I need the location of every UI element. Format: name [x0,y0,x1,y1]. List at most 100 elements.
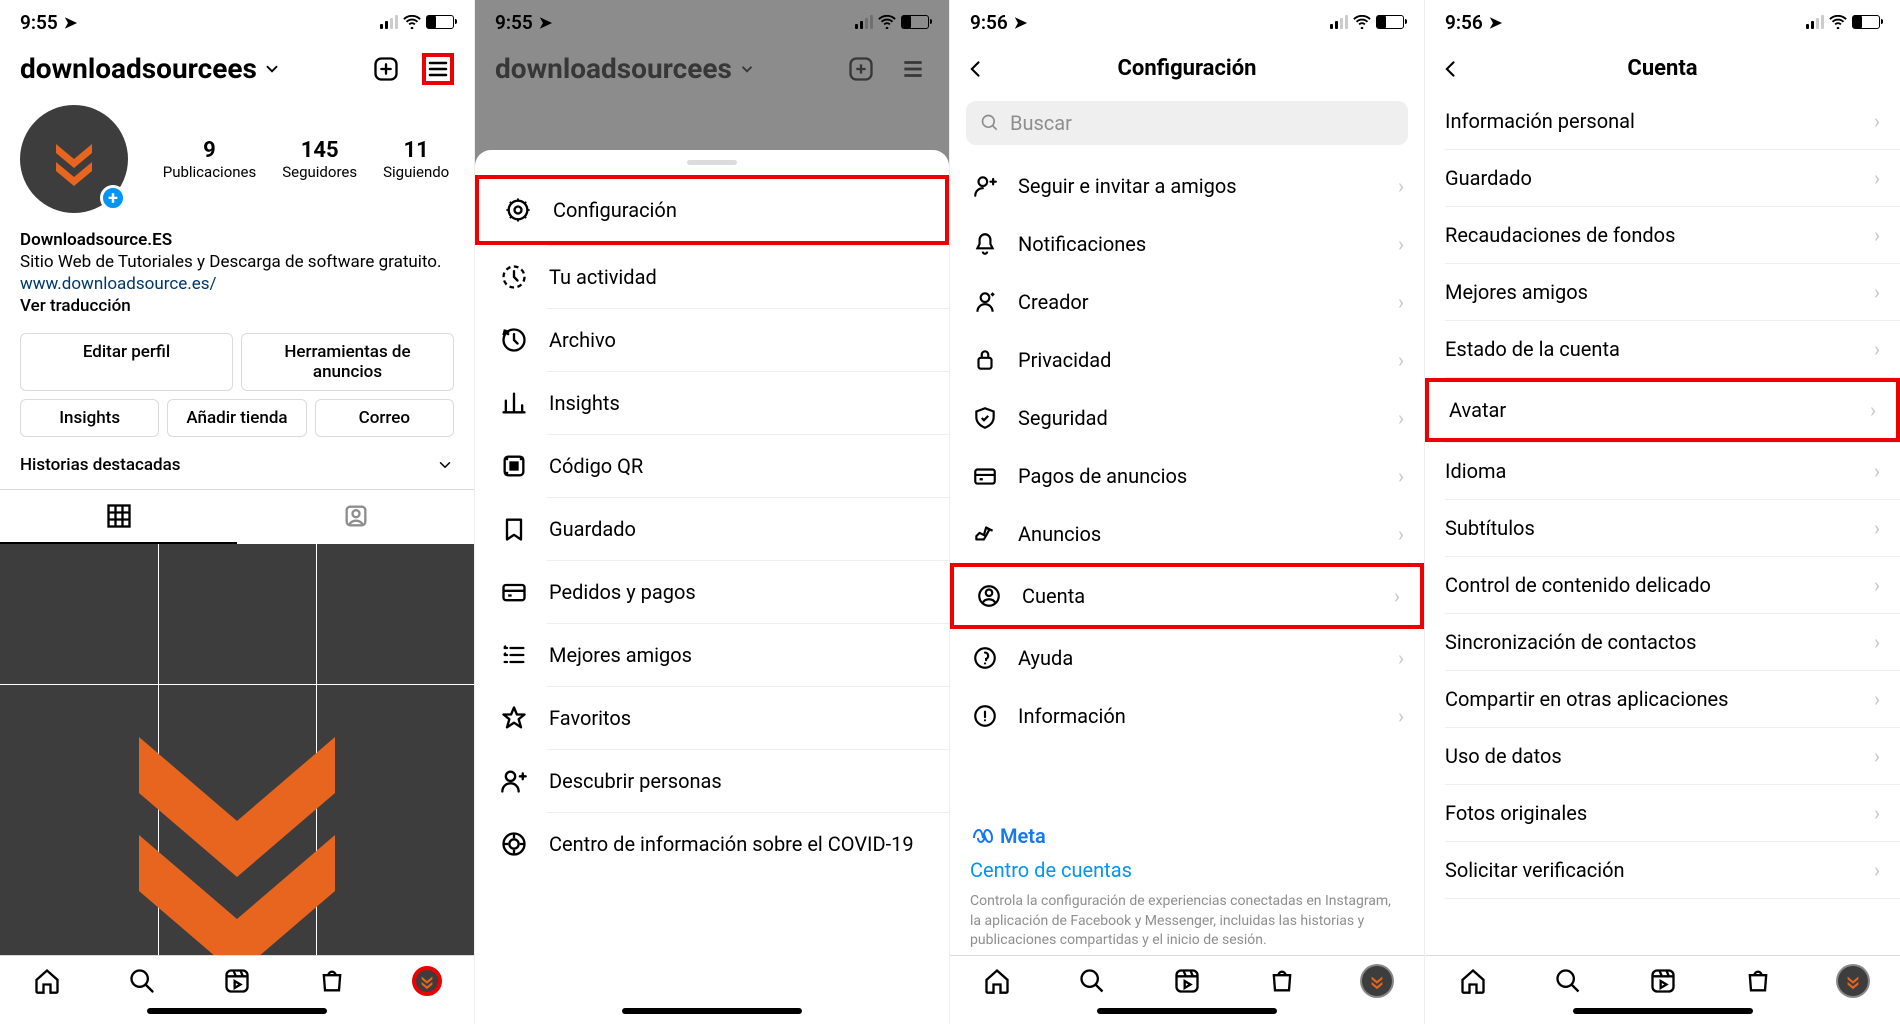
account-item-10[interactable]: Compartir en otras aplicaciones› [1425,671,1900,727]
nav-profile[interactable] [1362,966,1392,996]
account-item-1[interactable]: Guardado› [1425,150,1900,206]
chevron-right-icon: › [1874,744,1880,768]
home-indicator[interactable] [147,1008,327,1014]
add-shop-button[interactable]: Añadir tienda [167,399,306,437]
ad-tools-button[interactable]: Herramientas de anuncios [241,333,454,391]
account-item-2[interactable]: Recaudaciones de fondos› [1425,207,1900,263]
menu-item-10[interactable]: Centro de información sobre el COVID-19 [475,813,949,875]
grid-icon [105,502,133,530]
chevron-right-icon: › [1398,348,1404,372]
chevron-right-icon: › [1874,687,1880,711]
settings-item-1[interactable]: Notificaciones› [950,215,1424,273]
nav-profile[interactable] [1838,966,1868,996]
tab-tagged[interactable] [237,490,474,544]
menu-item-9[interactable]: Descubrir personas [475,750,949,812]
sheet-handle[interactable] [687,160,737,165]
account-item-6[interactable]: Idioma› [1425,443,1900,499]
menu-item-4[interactable]: Código QR [475,435,949,497]
menu-item-7[interactable]: Mejores amigos [475,624,949,686]
menu-icon [503,195,533,225]
home-indicator[interactable] [1573,1008,1753,1014]
settings-item-6[interactable]: Anuncios› [950,505,1424,563]
highlights-toggle[interactable]: Historias destacadas [0,441,474,489]
chevron-right-icon: › [1398,174,1404,198]
account-item-8[interactable]: Control de contenido delicado› [1425,557,1900,613]
nav-search[interactable] [127,966,157,996]
bottom-nav [950,955,1424,1000]
menu-item-6[interactable]: Pedidos y pagos [475,561,949,623]
status-bar: 9:56➤ [950,0,1424,44]
account-item-13[interactable]: Solicitar verificación› [1425,842,1900,898]
nav-shop[interactable] [1743,966,1773,996]
bio-link[interactable]: www.downloadsource.es/ [20,273,454,295]
menu-item-0[interactable]: Configuración [475,175,949,245]
nav-search[interactable] [1077,966,1107,996]
chevron-right-icon: › [1874,337,1880,361]
username-dropdown[interactable]: downloadsourcees [20,52,281,85]
menu-item-3[interactable]: Insights [475,372,949,434]
account-item-11[interactable]: Uso de datos› [1425,728,1900,784]
account-item-5[interactable]: Avatar› [1425,378,1900,442]
settings-item-7[interactable]: Cuenta› [950,563,1424,629]
email-button[interactable]: Correo [315,399,454,437]
chevron-right-icon: › [1398,290,1404,314]
account-item-0[interactable]: Información personal› [1425,93,1900,149]
screen-menu-sheet: 9:55➤ downloadsourcees ConfiguraciónTu a… [475,0,950,1024]
account-item-4[interactable]: Estado de la cuenta› [1425,321,1900,377]
settings-item-8[interactable]: Ayuda› [950,629,1424,687]
translate-link[interactable]: Ver traducción [20,295,454,317]
screen-profile: 9:55➤ downloadsourcees [0,0,475,1024]
back-button[interactable] [1441,59,1461,79]
settings-label: Información [1018,704,1380,728]
stat-posts[interactable]: 9Publicaciones [163,138,257,181]
back-button[interactable] [966,59,986,79]
account-label: Avatar [1449,398,1870,422]
settings-item-0[interactable]: Seguir e invitar a amigos› [950,157,1424,215]
add-post-button[interactable] [370,53,402,85]
nav-home[interactable] [32,966,62,996]
settings-item-2[interactable]: Creador › [950,273,1424,331]
nav-reels[interactable] [1648,966,1678,996]
insights-button[interactable]: Insights [20,399,159,437]
account-item-7[interactable]: Subtítulos› [1425,500,1900,556]
nav-shop[interactable] [1267,966,1297,996]
battery-icon [426,15,454,29]
account-label: Control de contenido delicado [1445,573,1874,597]
account-item-12[interactable]: Fotos originales› [1425,785,1900,841]
account-label: Compartir en otras aplicaciones [1445,687,1874,711]
home-indicator[interactable] [1097,1008,1277,1014]
nav-reels[interactable] [222,966,252,996]
account-item-3[interactable]: Mejores amigos› [1425,264,1900,320]
search-input[interactable]: Buscar [966,101,1408,145]
stat-followers[interactable]: 145Seguidores [282,138,357,181]
nav-search[interactable] [1553,966,1583,996]
nav-home[interactable] [1458,966,1488,996]
menu-item-1[interactable]: Tu actividad [475,246,949,308]
edit-profile-button[interactable]: Editar perfil [20,333,233,391]
account-item-9[interactable]: Sincronización de contactos› [1425,614,1900,670]
tab-grid[interactable] [0,490,237,544]
page-title: Cuenta [1627,56,1697,81]
add-story-badge[interactable]: + [100,185,126,211]
avatar[interactable]: + [20,105,128,213]
nav-profile[interactable] [412,966,442,996]
stat-following[interactable]: 11Siguiendo [383,138,449,181]
menu-item-5[interactable]: Guardado [475,498,949,560]
nav-reels[interactable] [1172,966,1202,996]
nav-shop[interactable] [317,966,347,996]
menu-item-8[interactable]: Favoritos [475,687,949,749]
nav-home[interactable] [982,966,1012,996]
hamburger-menu-button[interactable] [422,53,454,85]
posts-grid[interactable] [0,544,474,955]
settings-item-4[interactable]: Seguridad› [950,389,1424,447]
home-indicator[interactable] [622,1008,802,1014]
menu-item-2[interactable]: Archivo [475,309,949,371]
settings-item-9[interactable]: Información› [950,687,1424,745]
settings-label: Creador [1018,290,1380,314]
settings-item-5[interactable]: Pagos de anuncios› [950,447,1424,505]
status-time: 9:55 [20,11,58,34]
chevron-down-icon [436,456,454,474]
menu-icon [499,451,529,481]
settings-item-3[interactable]: Privacidad› [950,331,1424,389]
accounts-center-link[interactable]: Centro de cuentas [970,848,1404,892]
